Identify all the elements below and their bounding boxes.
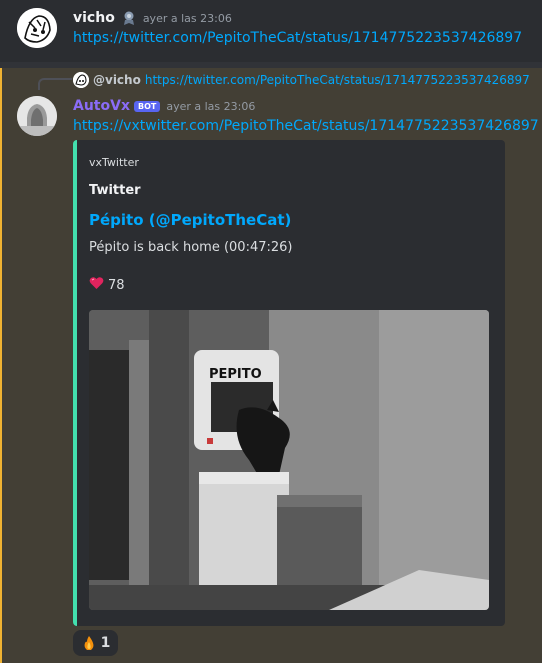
reply-connector [38, 78, 72, 90]
embed-likes: 78 [89, 276, 125, 294]
reaction-count: 1 [100, 635, 111, 651]
reply-avatar [73, 72, 89, 88]
vxtwitter-link[interactable]: https://vxtwitter.com/PepitoTheCat/statu… [73, 118, 539, 134]
timestamp: ayer a las 23:06 [142, 11, 232, 25]
reaction-fire[interactable]: 1 [73, 630, 118, 656]
message-vicho: vicho ayer a las 23:06 https://twitter.c… [0, 0, 542, 62]
timestamp: ayer a las 23:06 [166, 99, 256, 113]
reply-reference[interactable]: @vicho https://twitter.com/PepitoTheCat/… [73, 72, 530, 88]
username[interactable]: vicho [73, 10, 115, 26]
bot-badge: BOT [133, 100, 161, 112]
embed-author[interactable]: Twitter [89, 183, 141, 198]
tweet-embed: vxTwitter Twitter Pépito (@PepitoTheCat)… [73, 140, 505, 626]
heart-icon [89, 276, 104, 294]
avatar-autovx[interactable] [17, 96, 57, 136]
embed-provider[interactable]: vxTwitter [89, 156, 139, 169]
tweet-link[interactable]: https://twitter.com/PepitoTheCat/status/… [73, 30, 522, 46]
fire-icon [81, 635, 97, 651]
medal-icon [121, 10, 137, 26]
embed-image[interactable]: PEPITO [89, 310, 489, 610]
avatar-vicho[interactable] [17, 8, 57, 48]
flap-sign: PEPITO [209, 367, 262, 382]
embed-description: Pépito is back home (00:47:26) [89, 240, 293, 255]
likes-count: 78 [108, 277, 125, 293]
username[interactable]: AutoVx [73, 98, 130, 114]
reply-username[interactable]: @vicho [93, 73, 141, 87]
mention-highlight-bar [0, 68, 2, 663]
reply-link[interactable]: https://twitter.com/PepitoTheCat/status/… [145, 73, 530, 87]
embed-title[interactable]: Pépito (@PepitoTheCat) [89, 211, 291, 229]
